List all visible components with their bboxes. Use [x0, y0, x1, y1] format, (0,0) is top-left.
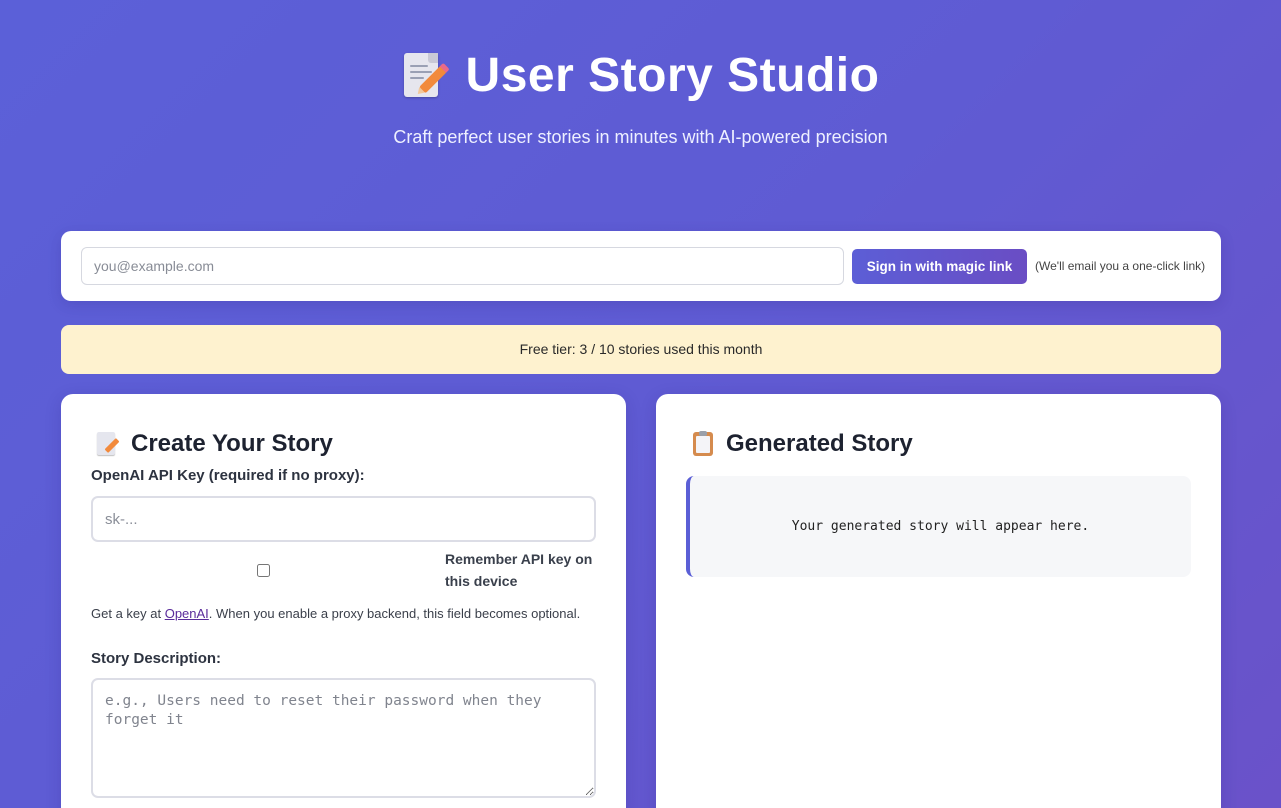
generated-story-heading: Generated Story: [690, 430, 913, 458]
hint-prefix: Get a key at: [91, 606, 165, 621]
magic-link-note: (We'll email you a one-click link): [1035, 259, 1206, 273]
openai-link[interactable]: OpenAI: [165, 606, 209, 621]
generated-story-panel: Generated Story Your generated story wil…: [656, 394, 1221, 808]
app-subtitle: Craft perfect user stories in minutes wi…: [393, 127, 888, 147]
email-input[interactable]: [81, 247, 844, 285]
generated-story-output: Your generated story will appear here.: [686, 476, 1191, 577]
output-placeholder-text: Your generated story will appear here.: [791, 519, 1090, 534]
memo-icon: [402, 51, 447, 101]
story-description-label: Story Description:: [91, 650, 222, 667]
app-title: User Story Studio: [465, 49, 880, 102]
hint-suffix: . When you enable a proxy backend, this …: [208, 606, 581, 621]
story-description-input[interactable]: [91, 678, 596, 798]
remember-api-key-label[interactable]: Remember API key on this device: [445, 548, 605, 592]
generated-story-title: Generated Story: [726, 430, 913, 457]
create-story-heading: Create Your Story: [95, 430, 333, 458]
create-story-title: Create Your Story: [131, 430, 333, 457]
usage-banner: Free tier: 3 / 10 stories used this mont…: [61, 325, 1221, 374]
api-key-input[interactable]: [91, 496, 596, 542]
magic-link-button[interactable]: Sign in with magic link: [852, 249, 1027, 284]
create-story-panel: Create Your Story OpenAI API Key (requir…: [61, 394, 626, 808]
clipboard-icon: [690, 431, 716, 457]
remember-api-key-checkbox[interactable]: [257, 564, 270, 577]
api-key-label: OpenAI API Key (required if no proxy):: [91, 467, 365, 484]
memo-icon: [95, 431, 121, 457]
title-row: User Story Studio: [0, 48, 1281, 103]
api-key-hint: Get a key at OpenAI. When you enable a p…: [91, 606, 580, 621]
signin-card: Sign in with magic link (We'll email you…: [61, 231, 1221, 301]
